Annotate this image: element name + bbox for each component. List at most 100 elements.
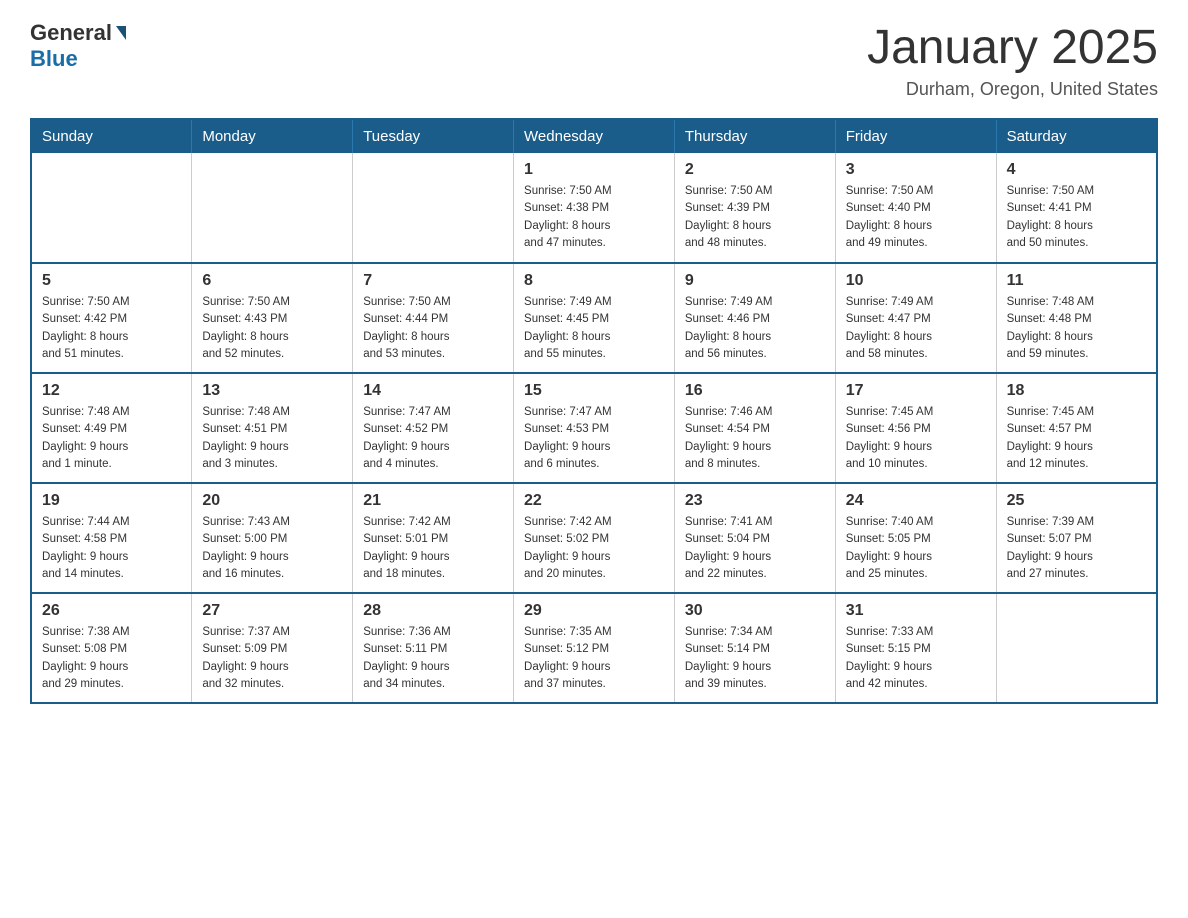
calendar-day-cell: 30 Sunrise: 7:34 AMSunset: 5:14 PMDayligh… [674,593,835,703]
day-of-week-header: Sunday [31,119,192,153]
day-info: Sunrise: 7:50 AMSunset: 4:39 PMDaylight:… [685,183,825,252]
day-info: Sunrise: 7:50 AMSunset: 4:43 PMDaylight:… [202,294,342,363]
day-info: Sunrise: 7:50 AMSunset: 4:41 PMDaylight:… [1007,183,1146,252]
day-info: Sunrise: 7:46 AMSunset: 4:54 PMDaylight:… [685,404,825,473]
day-of-week-header: Wednesday [514,119,675,153]
day-info: Sunrise: 7:35 AMSunset: 5:12 PMDaylight:… [524,624,664,693]
day-of-week-header: Thursday [674,119,835,153]
day-number: 22 [524,492,664,510]
calendar-day-cell: 27 Sunrise: 7:37 AMSunset: 5:09 PMDayligh… [192,593,353,703]
day-number: 3 [846,161,986,179]
calendar-day-cell: 3Sunrise: 7:50 AMSunset: 4:40 PMDaylight… [835,153,996,263]
day-info: Sunrise: 7:41 AMSunset: 5:04 PMDaylight:… [685,514,825,583]
day-number: 24 [846,492,986,510]
calendar-day-cell: 19 Sunrise: 7:44 AMSunset: 4:58 PMDayligh… [31,483,192,593]
day-info: Sunrise: 7:39 AMSunset: 5:07 PMDaylight:… [1007,514,1146,583]
day-number: 8 [524,272,664,290]
day-number: 7 [363,272,503,290]
logo: General Blue [30,20,128,72]
day-number: 6 [202,272,342,290]
day-number: 5 [42,272,181,290]
calendar-day-cell: 2 Sunrise: 7:50 AMSunset: 4:39 PMDaylight… [674,153,835,263]
calendar-day-cell: 28Sunrise: 7:36 AMSunset: 5:11 PMDayligh… [353,593,514,703]
day-number: 21 [363,492,503,510]
day-number: 29 [524,602,664,620]
day-number: 20 [202,492,342,510]
calendar-day-cell: 7 Sunrise: 7:50 AMSunset: 4:44 PMDaylight… [353,263,514,373]
calendar-week-row: 5Sunrise: 7:50 AMSunset: 4:42 PMDaylight… [31,263,1157,373]
day-info: Sunrise: 7:42 AMSunset: 5:02 PMDaylight:… [524,514,664,583]
calendar-day-cell: 29 Sunrise: 7:35 AMSunset: 5:12 PMDayligh… [514,593,675,703]
calendar-day-cell: 17Sunrise: 7:45 AMSunset: 4:56 PMDayligh… [835,373,996,483]
calendar-body: 1Sunrise: 7:50 AMSunset: 4:38 PMDaylight… [31,153,1157,703]
calendar-day-cell: 25 Sunrise: 7:39 AMSunset: 5:07 PMDayligh… [996,483,1157,593]
calendar-day-cell: 11 Sunrise: 7:48 AMSunset: 4:48 PMDayligh… [996,263,1157,373]
calendar-table: SundayMondayTuesdayWednesdayThursdayFrid… [30,118,1158,704]
calendar-day-cell: 31Sunrise: 7:33 AMSunset: 5:15 PMDayligh… [835,593,996,703]
calendar-day-cell: 15Sunrise: 7:47 AMSunset: 4:53 PMDayligh… [514,373,675,483]
day-number: 30 [685,602,825,620]
calendar-day-cell: 4 Sunrise: 7:50 AMSunset: 4:41 PMDaylight… [996,153,1157,263]
calendar-day-cell: 12 Sunrise: 7:48 AMSunset: 4:49 PMDayligh… [31,373,192,483]
day-info: Sunrise: 7:44 AMSunset: 4:58 PMDaylight:… [42,514,181,583]
day-info: Sunrise: 7:47 AMSunset: 4:53 PMDaylight:… [524,404,664,473]
day-info: Sunrise: 7:45 AMSunset: 4:56 PMDaylight:… [846,404,986,473]
calendar-day-cell: 13 Sunrise: 7:48 AMSunset: 4:51 PMDayligh… [192,373,353,483]
day-info: Sunrise: 7:38 AMSunset: 5:08 PMDaylight:… [42,624,181,693]
day-number: 31 [846,602,986,620]
day-info: Sunrise: 7:48 AMSunset: 4:49 PMDaylight:… [42,404,181,473]
title-block: January 2025 Durham, Oregon, United Stat… [867,20,1158,100]
day-info: Sunrise: 7:47 AMSunset: 4:52 PMDaylight:… [363,404,503,473]
calendar-day-cell: 9 Sunrise: 7:49 AMSunset: 4:46 PMDaylight… [674,263,835,373]
day-number: 25 [1007,492,1146,510]
day-number: 9 [685,272,825,290]
day-info: Sunrise: 7:50 AMSunset: 4:38 PMDaylight:… [524,183,664,252]
day-info: Sunrise: 7:40 AMSunset: 5:05 PMDaylight:… [846,514,986,583]
day-of-week-header: Tuesday [353,119,514,153]
calendar-day-cell: 26 Sunrise: 7:38 AMSunset: 5:08 PMDayligh… [31,593,192,703]
calendar-day-cell: 20 Sunrise: 7:43 AMSunset: 5:00 PMDayligh… [192,483,353,593]
logo-general-text: General [30,20,112,46]
calendar-week-row: 1Sunrise: 7:50 AMSunset: 4:38 PMDaylight… [31,153,1157,263]
logo-arrow-icon [116,26,126,40]
day-number: 10 [846,272,986,290]
day-info: Sunrise: 7:48 AMSunset: 4:51 PMDaylight:… [202,404,342,473]
day-number: 19 [42,492,181,510]
calendar-week-row: 19 Sunrise: 7:44 AMSunset: 4:58 PMDayligh… [31,483,1157,593]
logo-blue-text: Blue [30,46,78,72]
calendar-day-cell [353,153,514,263]
day-info: Sunrise: 7:37 AMSunset: 5:09 PMDaylight:… [202,624,342,693]
day-number: 2 [685,161,825,179]
day-info: Sunrise: 7:43 AMSunset: 5:00 PMDaylight:… [202,514,342,583]
calendar-week-row: 26 Sunrise: 7:38 AMSunset: 5:08 PMDayligh… [31,593,1157,703]
day-of-week-header: Friday [835,119,996,153]
day-number: 18 [1007,382,1146,400]
day-number: 11 [1007,272,1146,290]
calendar-day-cell: 8Sunrise: 7:49 AMSunset: 4:45 PMDaylight… [514,263,675,373]
month-title: January 2025 [867,20,1158,75]
calendar-header: SundayMondayTuesdayWednesdayThursdayFrid… [31,119,1157,153]
day-number: 26 [42,602,181,620]
day-info: Sunrise: 7:50 AMSunset: 4:44 PMDaylight:… [363,294,503,363]
day-info: Sunrise: 7:36 AMSunset: 5:11 PMDaylight:… [363,624,503,693]
day-number: 4 [1007,161,1146,179]
location-text: Durham, Oregon, United States [867,79,1158,100]
calendar-day-cell: 1Sunrise: 7:50 AMSunset: 4:38 PMDaylight… [514,153,675,263]
page-header: General Blue January 2025 Durham, Oregon… [30,20,1158,100]
calendar-day-cell [31,153,192,263]
day-number: 27 [202,602,342,620]
day-info: Sunrise: 7:49 AMSunset: 4:46 PMDaylight:… [685,294,825,363]
day-number: 14 [363,382,503,400]
day-info: Sunrise: 7:34 AMSunset: 5:14 PMDaylight:… [685,624,825,693]
calendar-day-cell [996,593,1157,703]
calendar-day-cell: 5Sunrise: 7:50 AMSunset: 4:42 PMDaylight… [31,263,192,373]
day-info: Sunrise: 7:42 AMSunset: 5:01 PMDaylight:… [363,514,503,583]
day-number: 12 [42,382,181,400]
day-info: Sunrise: 7:48 AMSunset: 4:48 PMDaylight:… [1007,294,1146,363]
calendar-week-row: 12 Sunrise: 7:48 AMSunset: 4:49 PMDayligh… [31,373,1157,483]
day-of-week-header: Monday [192,119,353,153]
calendar-day-cell: 23Sunrise: 7:41 AMSunset: 5:04 PMDayligh… [674,483,835,593]
calendar-day-cell [192,153,353,263]
calendar-day-cell: 16Sunrise: 7:46 AMSunset: 4:54 PMDayligh… [674,373,835,483]
day-number: 13 [202,382,342,400]
